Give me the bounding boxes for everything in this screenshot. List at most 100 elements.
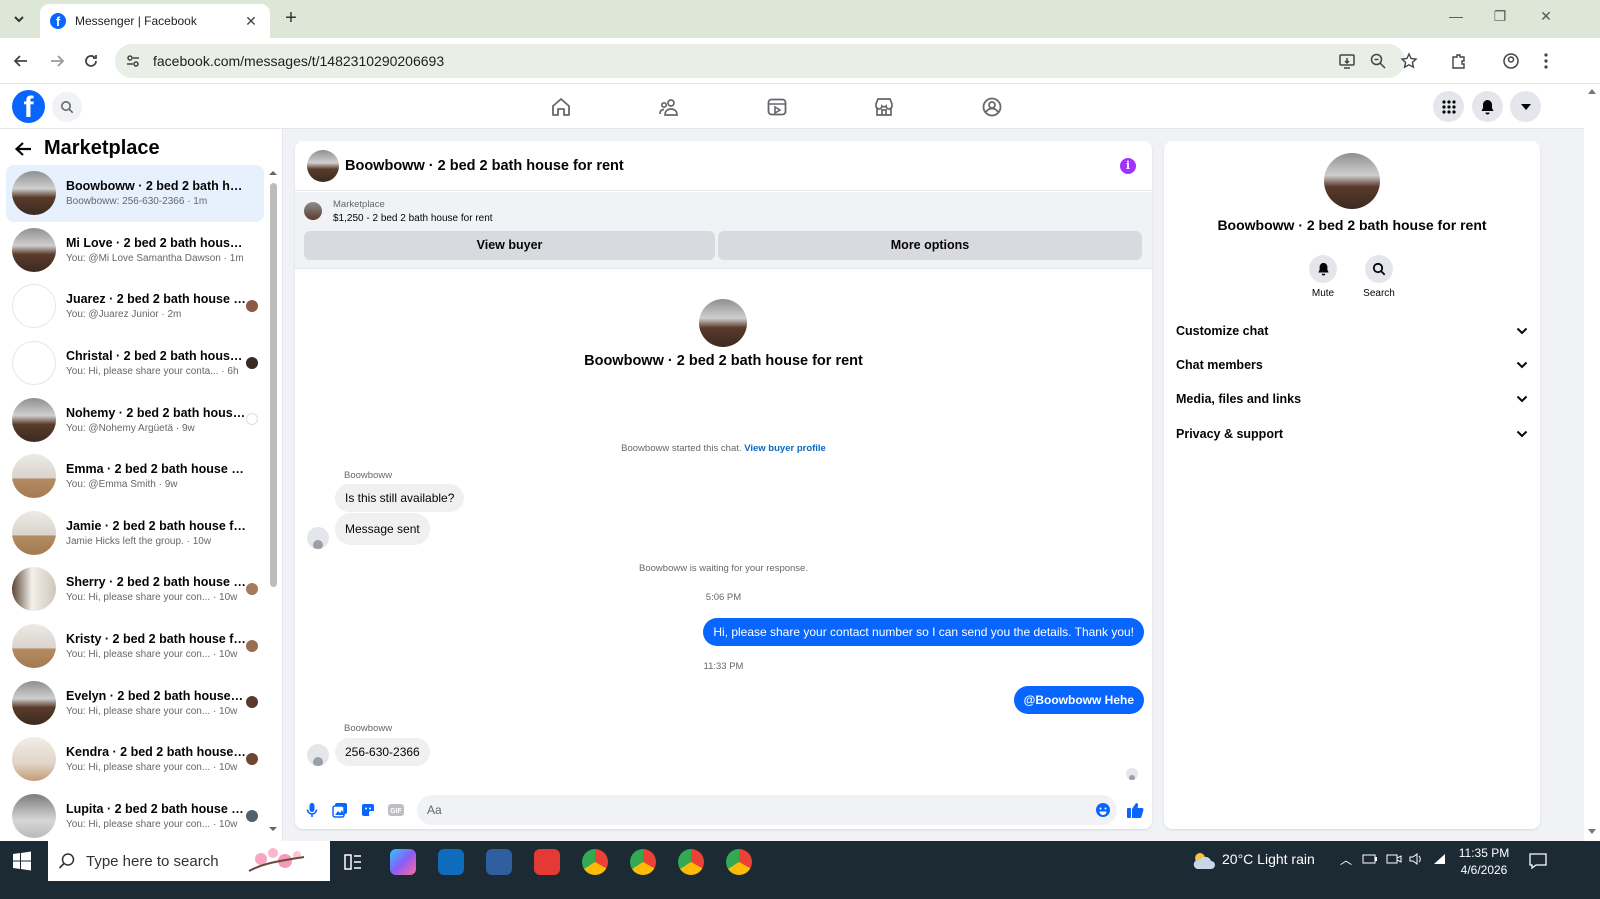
customize-chat-section[interactable]: Customize chat <box>1176 316 1528 346</box>
more-options-button[interactable]: More options <box>718 231 1142 260</box>
taskbar-clock[interactable]: 11:35 PM 4/6/2026 <box>1456 845 1512 879</box>
browser-menu-icon[interactable] <box>1535 50 1557 72</box>
listing-thumbnail[interactable] <box>304 202 322 220</box>
site-settings-icon[interactable] <box>125 53 141 69</box>
anydesk-app-icon[interactable] <box>534 849 560 875</box>
scrollbar-thumb[interactable] <box>270 183 277 587</box>
info-icon[interactable]: i <box>1120 158 1136 174</box>
message-input[interactable]: Aa <box>417 795 1117 825</box>
media-files-links-section[interactable]: Media, files and links <box>1176 384 1528 414</box>
notification-center-icon[interactable] <box>1528 851 1548 871</box>
chrome-app-icon[interactable] <box>678 849 704 875</box>
page-scrollbar[interactable] <box>1584 84 1600 849</box>
weather-text[interactable]: 20°C Light rain <box>1222 851 1315 867</box>
conversation-item[interactable]: Evelyn · 2 bed 2 bath house for rent You:… <box>6 674 264 731</box>
video-nav-icon[interactable] <box>764 94 790 120</box>
windows-start-icon[interactable] <box>12 851 36 875</box>
avatar <box>12 397 56 442</box>
address-bar[interactable]: facebook.com/messages/t/1482310290206693 <box>115 44 1405 78</box>
taskbar-search-box[interactable]: Type here to search <box>48 841 330 881</box>
incoming-message[interactable]: 256-630-2366 <box>335 738 430 766</box>
incoming-message[interactable]: Message sent <box>335 513 430 545</box>
zoom-icon[interactable] <box>1367 50 1389 72</box>
avatar <box>12 171 56 216</box>
chat-panel: Boowboww · 2 bed 2 bath house for rent i… <box>295 141 1152 829</box>
task-view-icon[interactable] <box>342 851 364 873</box>
conversation-item[interactable]: Sherry · 2 bed 2 bath house for rent You:… <box>6 561 264 618</box>
view-buyer-profile-link[interactable]: View buyer profile <box>744 443 826 454</box>
back-button[interactable] <box>10 50 32 72</box>
outgoing-message[interactable]: @Boowboww Hehe <box>1013 686 1144 714</box>
mute-button[interactable]: Mute <box>1298 255 1348 299</box>
facebook-logo-icon[interactable]: f <box>12 90 45 123</box>
search-in-conversation-button[interactable]: Search <box>1354 255 1404 299</box>
chrome-app-icon[interactable] <box>582 849 608 875</box>
incoming-message[interactable]: Is this still available? <box>335 484 465 512</box>
conversation-item[interactable]: Emma · 2 bed 2 bath house for rent You: @… <box>6 448 264 505</box>
forward-button[interactable] <box>46 50 68 72</box>
outgoing-message[interactable]: Hi, please share your contact number so … <box>703 618 1144 646</box>
photo-icon[interactable] <box>330 800 350 820</box>
chrome-app-icon[interactable] <box>726 849 752 875</box>
emoji-icon[interactable] <box>1093 800 1113 820</box>
chat-header[interactable]: Boowboww · 2 bed 2 bath house for rent i <box>295 141 1152 191</box>
extensions-icon[interactable] <box>1448 50 1470 72</box>
conversation-item[interactable]: Nohemy · 2 bed 2 bath house for rent You:… <box>6 391 264 448</box>
seen-avatar <box>246 752 258 765</box>
conversation-item[interactable]: Mi Love · 2 bed 2 bath house for rent You… <box>6 222 264 279</box>
waiting-notice: Boowboww is waiting for your response. <box>639 563 808 574</box>
copilot-app-icon[interactable] <box>390 849 416 875</box>
profile-avatar[interactable] <box>699 299 747 347</box>
new-tab-button[interactable]: + <box>280 8 302 30</box>
chrome-app-icon[interactable] <box>630 849 656 875</box>
conversation-item[interactable]: Jamie · 2 bed 2 bath house for rent Jamie… <box>6 505 264 562</box>
volume-icon[interactable] <box>1408 851 1424 867</box>
sticker-icon[interactable] <box>358 800 378 820</box>
reload-button[interactable] <box>80 50 102 72</box>
gif-icon[interactable]: GIF <box>386 800 406 820</box>
browser-tab-messenger[interactable]: f Messenger | Facebook ✕ <box>40 4 270 38</box>
friends-nav-icon[interactable] <box>656 94 682 120</box>
privacy-support-section[interactable]: Privacy & support <box>1176 419 1528 449</box>
gaming-nav-icon[interactable] <box>979 94 1005 120</box>
close-window-button[interactable]: ✕ <box>1536 8 1556 25</box>
conversation-item[interactable]: Kristy · 2 bed 2 bath house for rent You:… <box>6 618 264 675</box>
conversation-item[interactable]: Lupita · 2 bed 2 bath house for rent You:… <box>6 788 264 845</box>
conversation-item[interactable]: Kendra · 2 bed 2 bath house for rent You:… <box>6 731 264 788</box>
seen-avatar <box>246 696 258 709</box>
back-arrow-icon[interactable] <box>14 141 32 157</box>
chat-members-section[interactable]: Chat members <box>1176 350 1528 380</box>
details-name: Boowboww · 2 bed 2 bath house for rent <box>1217 217 1487 233</box>
restore-window-button[interactable]: ❐ <box>1490 8 1510 25</box>
profile-avatar[interactable] <box>1324 153 1380 209</box>
menu-grid-button[interactable] <box>1433 91 1464 122</box>
microphone-icon[interactable] <box>302 800 322 820</box>
sender-name: Boowboww <box>344 723 393 734</box>
account-menu-button[interactable] <box>1510 91 1541 122</box>
notifications-button[interactable] <box>1472 91 1503 122</box>
view-buyer-button[interactable]: View buyer <box>304 231 715 260</box>
tab-search-dropdown[interactable] <box>6 7 32 31</box>
minimize-window-button[interactable]: — <box>1446 8 1466 24</box>
conversation-item[interactable]: Christal · 2 bed 2 bath house for rent Yo… <box>6 335 264 392</box>
home-nav-icon[interactable] <box>548 94 574 120</box>
show-hidden-icons-icon[interactable]: ︿ <box>1340 851 1352 868</box>
install-app-icon[interactable] <box>1336 50 1358 72</box>
like-thumbs-up-icon[interactable] <box>1125 800 1145 820</box>
wifi-icon[interactable] <box>1432 851 1448 867</box>
profile-icon[interactable] <box>1500 50 1522 72</box>
conversation-item[interactable]: Boowboww · 2 bed 2 bath house for rent Bo… <box>6 165 264 222</box>
facebook-search-button[interactable] <box>52 92 82 122</box>
outlook-app-icon[interactable] <box>438 849 464 875</box>
avatar <box>307 149 339 182</box>
remote-desktop-app-icon[interactable] <box>486 849 512 875</box>
conversation-scrollbar[interactable] <box>268 169 278 833</box>
battery-icon[interactable] <box>1362 851 1378 867</box>
conversation-item[interactable]: Juarez · 2 bed 2 bath house for rent You:… <box>6 278 264 335</box>
listing-title[interactable]: $1,250 - 2 bed 2 bath house for rent <box>333 213 493 224</box>
bookmark-star-icon[interactable] <box>1398 50 1420 72</box>
close-tab-icon[interactable]: ✕ <box>242 13 260 30</box>
weather-icon[interactable] <box>1190 849 1216 873</box>
marketplace-nav-icon[interactable] <box>871 94 897 120</box>
meet-now-icon[interactable] <box>1386 851 1402 867</box>
